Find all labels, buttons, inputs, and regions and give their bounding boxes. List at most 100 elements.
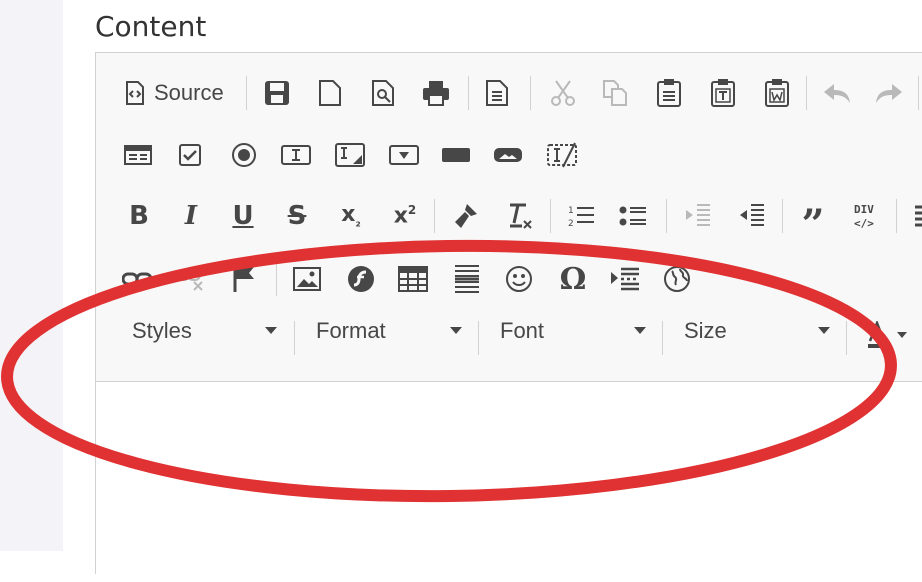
smiley-button[interactable]	[502, 259, 536, 299]
indent-icon	[737, 203, 765, 229]
separator	[468, 76, 469, 110]
templates-button[interactable]	[480, 73, 514, 113]
separator	[530, 76, 531, 110]
paste-text-icon	[710, 78, 736, 108]
undo-icon	[822, 82, 852, 104]
editor-content-area[interactable]	[96, 382, 922, 582]
paste-text-button[interactable]	[706, 73, 740, 113]
paste-icon	[656, 78, 682, 108]
image-button[interactable]	[290, 259, 324, 299]
separator	[666, 199, 667, 233]
font-combo[interactable]: Font	[500, 309, 646, 353]
undo-button[interactable]	[820, 73, 854, 113]
bold-button[interactable]: B	[124, 196, 154, 236]
copy-button[interactable]	[598, 73, 632, 113]
source-button[interactable]: Source	[124, 73, 224, 113]
svg-text:2: 2	[568, 219, 574, 229]
anchor-button[interactable]	[228, 259, 260, 299]
styles-combo[interactable]: Styles	[132, 309, 277, 353]
separator	[846, 321, 847, 355]
iframe-icon	[663, 265, 691, 293]
copy-icon	[602, 79, 628, 107]
textarea-icon	[335, 142, 365, 168]
italic-button[interactable]: I	[176, 196, 206, 236]
paste-word-button[interactable]	[760, 73, 794, 113]
save-button[interactable]	[260, 73, 294, 113]
redo-icon	[874, 82, 904, 104]
select-button[interactable]	[388, 135, 420, 175]
underline-button[interactable]: U	[228, 196, 258, 236]
source-label: Source	[154, 80, 224, 105]
separator	[246, 76, 247, 110]
subscript-button[interactable]: x₂	[334, 196, 368, 236]
separator	[478, 321, 479, 355]
print-button[interactable]	[419, 73, 453, 113]
blockquote-button[interactable]: ”	[796, 196, 830, 245]
special-char-button[interactable]: Ω	[554, 259, 592, 299]
new-page-button[interactable]	[313, 73, 347, 113]
format-combo-label: Format	[316, 318, 386, 343]
page-break-button[interactable]	[608, 259, 642, 299]
outdent-icon	[683, 203, 711, 229]
paste-button[interactable]	[652, 73, 686, 113]
editor-toolbar: Source B I U S x₂ x2 1 2 ” DIV </> Ω Sty…	[96, 53, 922, 382]
unlink-button[interactable]	[174, 259, 208, 299]
svg-text:</>: </>	[854, 217, 874, 230]
smiley-icon	[505, 265, 533, 293]
paste-word-icon	[764, 78, 790, 108]
checkbox-button[interactable]	[174, 135, 206, 175]
page-break-icon	[610, 266, 640, 292]
preview-button[interactable]	[366, 73, 400, 113]
flash-button[interactable]	[344, 259, 378, 299]
preview-icon	[371, 79, 395, 107]
image-button-button[interactable]	[492, 135, 524, 175]
superscript-icon: x2	[393, 203, 417, 229]
text-color-icon	[867, 321, 887, 349]
chevron-down-icon	[265, 327, 277, 334]
subscript-icon: x₂	[341, 202, 361, 230]
size-combo[interactable]: Size	[684, 309, 830, 353]
remove-format-button[interactable]	[502, 196, 536, 236]
horizontal-line-button[interactable]	[450, 259, 484, 299]
superscript-button[interactable]: x2	[388, 196, 422, 236]
separator	[896, 199, 897, 233]
redo-button[interactable]	[872, 73, 906, 113]
horizontal-line-icon	[454, 264, 480, 294]
radio-button[interactable]	[228, 135, 260, 175]
align-left-button[interactable]	[908, 196, 922, 236]
text-field-button[interactable]	[280, 135, 312, 175]
numbered-list-button[interactable]: 12	[564, 196, 598, 236]
rich-text-editor: Source B I U S x₂ x2 1 2 ” DIV </> Ω Sty…	[95, 52, 922, 582]
copy-format-button[interactable]	[448, 196, 482, 236]
svg-text:DIV: DIV	[854, 203, 874, 216]
div-button[interactable]: DIV </>	[850, 196, 884, 236]
new-page-icon	[318, 79, 342, 107]
table-icon	[398, 266, 428, 292]
cut-button[interactable]	[546, 73, 580, 113]
size-combo-label: Size	[684, 318, 727, 343]
form-button[interactable]	[122, 135, 154, 175]
separator	[550, 199, 551, 233]
format-combo[interactable]: Format	[316, 309, 462, 353]
radio-icon	[231, 142, 257, 168]
chevron-down-icon	[450, 327, 462, 334]
table-button[interactable]	[396, 259, 430, 299]
hidden-field-button[interactable]	[546, 135, 578, 175]
bulleted-list-button[interactable]	[616, 196, 650, 236]
separator	[806, 76, 807, 110]
image-button-icon	[493, 146, 523, 164]
strike-button[interactable]: S	[282, 196, 312, 236]
text-color-button[interactable]	[860, 315, 914, 355]
button-button[interactable]	[440, 135, 472, 175]
left-gutter	[0, 0, 63, 551]
indent-button[interactable]	[734, 196, 768, 236]
separator	[662, 321, 663, 355]
textarea-button[interactable]	[334, 135, 366, 175]
special-char-icon: Ω	[559, 261, 587, 297]
link-button[interactable]	[120, 259, 154, 299]
remove-format-icon	[504, 201, 534, 231]
outdent-button[interactable]	[680, 196, 714, 236]
image-icon	[293, 266, 321, 292]
separator	[918, 76, 919, 110]
iframe-button[interactable]	[660, 259, 694, 299]
